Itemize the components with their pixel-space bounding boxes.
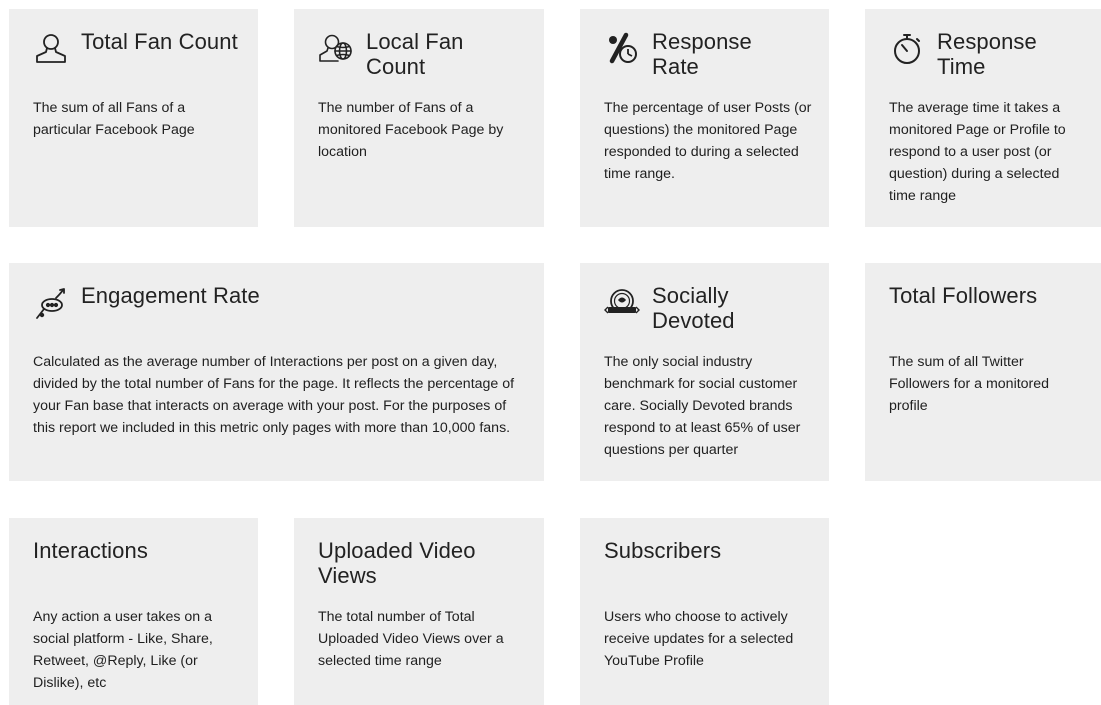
card-description: The total number of Total Uploaded Video… xyxy=(318,609,504,669)
user-globe-icon xyxy=(318,31,354,67)
card-total-fan-count: Total Fan Count The sum of all Fans of a… xyxy=(9,9,258,227)
engagement-chat-icon xyxy=(33,285,69,321)
card-uploaded-video-views: Uploaded Video Views The total number of… xyxy=(294,518,544,705)
card-header: Engagement Rate xyxy=(33,283,381,321)
card-subscribers: Subscribers Users who choose to actively… xyxy=(580,518,829,705)
card-header: Socially Devoted xyxy=(604,283,792,333)
card-header: Total Fan Count xyxy=(33,29,251,67)
card-description: The average time it takes a monitored Pa… xyxy=(889,100,1066,204)
card-title: Socially Devoted xyxy=(652,283,735,333)
card-title: Response Time xyxy=(937,29,1037,79)
card-description: Users who choose to actively receive upd… xyxy=(604,609,794,669)
card-title: Total Followers xyxy=(889,283,1038,308)
card-header: Response Time xyxy=(889,29,1067,79)
card-title: Interactions xyxy=(33,538,148,563)
card-header: Subscribers xyxy=(604,538,804,563)
card-description: Any action a user takes on a social plat… xyxy=(33,609,213,691)
card-header: Response Rate xyxy=(604,29,792,79)
card-response-time: Response Time The average time it takes … xyxy=(865,9,1101,227)
socially-devoted-badge-icon xyxy=(604,285,640,321)
card-description: The percentage of user Posts (or questio… xyxy=(604,100,812,182)
card-local-fan-count: Local Fan Count The number of Fans of a … xyxy=(294,9,544,227)
card-title: Engagement Rate xyxy=(81,283,260,308)
card-header: Total Followers xyxy=(889,283,1089,308)
card-total-followers: Total Followers The sum of all Twitter F… xyxy=(865,263,1101,481)
card-description: The number of Fans of a monitored Facebo… xyxy=(318,100,504,160)
card-header: Local Fan Count xyxy=(318,29,506,79)
card-response-rate: Response Rate The percentage of user Pos… xyxy=(580,9,829,227)
card-interactions: Interactions Any action a user takes on … xyxy=(9,518,258,705)
card-description: The sum of all Twitter Followers for a m… xyxy=(889,354,1050,414)
user-outline-icon xyxy=(33,31,69,67)
card-title: Total Fan Count xyxy=(81,29,238,54)
card-description: The only social industry benchmark for s… xyxy=(604,354,801,458)
card-description: The sum of all Fans of a particular Face… xyxy=(33,100,195,138)
card-header: Interactions xyxy=(33,538,233,563)
card-engagement-rate: Engagement Rate Calculated as the averag… xyxy=(9,263,544,481)
percent-clock-icon xyxy=(604,31,640,67)
card-title: Response Rate xyxy=(652,29,752,79)
card-title: Local Fan Count xyxy=(366,29,464,79)
stopwatch-icon xyxy=(889,31,925,67)
card-description: Calculated as the average number of Inte… xyxy=(33,354,515,436)
card-header: Uploaded Video Views xyxy=(318,538,488,588)
card-socially-devoted: Socially Devoted The only social industr… xyxy=(580,263,829,481)
card-title: Uploaded Video Views xyxy=(318,538,476,588)
card-title: Subscribers xyxy=(604,538,722,563)
